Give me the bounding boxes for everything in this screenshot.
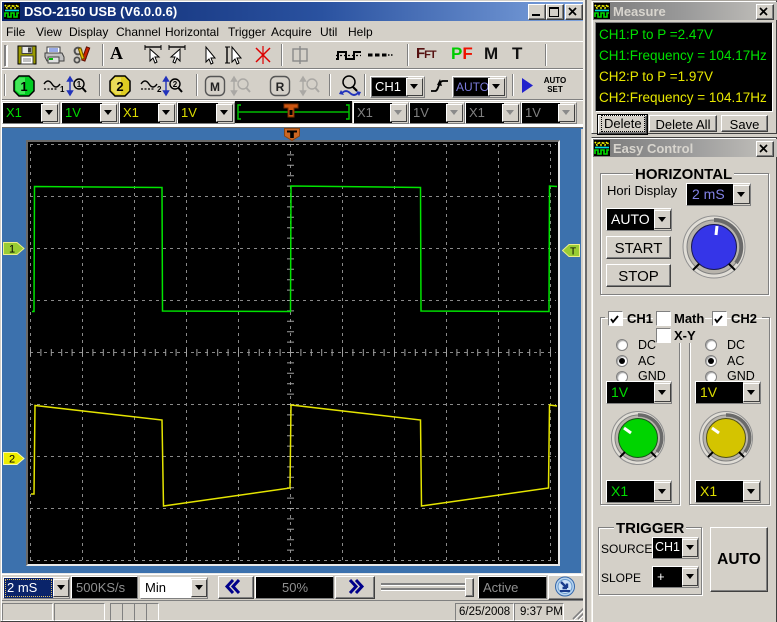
svg-text:T: T	[570, 247, 576, 258]
svg-text:1: 1	[9, 244, 15, 256]
svg-text:1: 1	[77, 80, 82, 89]
svg-text:R: R	[276, 80, 285, 94]
svg-text:M: M	[210, 80, 220, 94]
svg-text:2: 2	[173, 80, 178, 89]
svg-text:1: 1	[60, 85, 65, 94]
svg-text:2: 2	[116, 79, 123, 94]
svg-text:2: 2	[9, 454, 15, 466]
svg-text:1: 1	[20, 79, 27, 94]
